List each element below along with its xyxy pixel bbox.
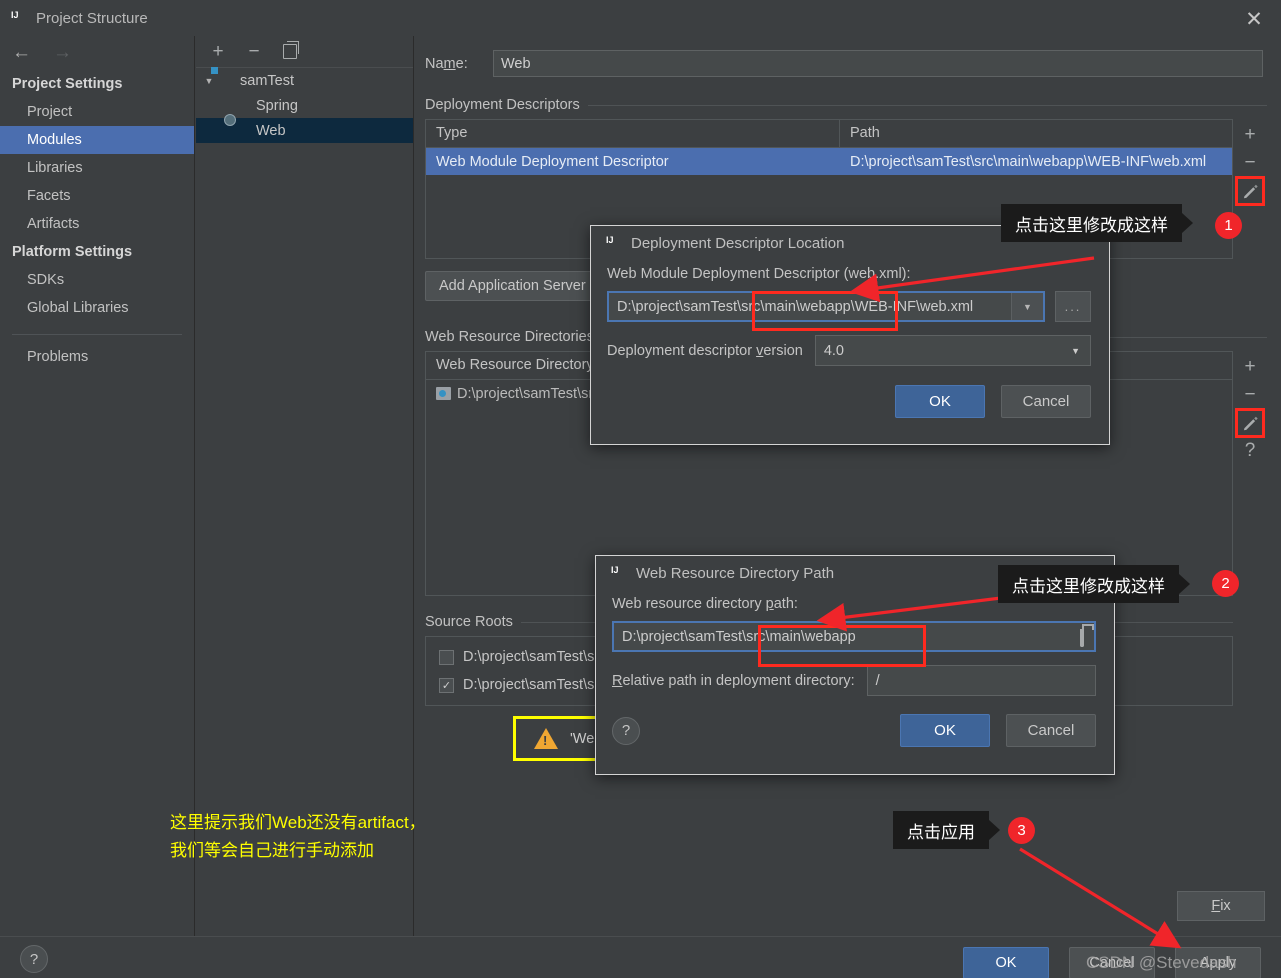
descriptor-version-select[interactable]: 4.0 ▼ [814, 335, 1091, 366]
forward-arrow-icon[interactable]: → [53, 42, 72, 64]
source-root-checkbox[interactable]: ✓ [439, 677, 454, 693]
web-resource-help-icon[interactable]: ? [1236, 437, 1264, 465]
spring-leaf-icon [233, 98, 251, 114]
tree-node-samtest[interactable]: ▼ samTest [196, 68, 413, 93]
cell-type: Web Module Deployment Descriptor [436, 153, 669, 170]
web-resource-directories-toolbar: + − ? [1233, 351, 1267, 596]
web-resource-path-input[interactable]: D:\project\samTest\src\main\webapp [612, 621, 1096, 652]
tree-node-label: Web [256, 122, 286, 139]
sidebar-group-platform-settings: Platform Settings [12, 244, 133, 260]
add-web-resource-button[interactable]: + [1236, 353, 1264, 381]
deployment-descriptor-location-dialog: Deployment Descriptor Location Web Modul… [590, 225, 1110, 445]
watermark: CSDN @Stevedash [1086, 953, 1237, 972]
table-header: Type Path [426, 120, 1232, 148]
table-row[interactable]: Web Module Deployment Descriptor D:\proj… [426, 148, 1232, 175]
intellij-idea-icon [603, 234, 621, 252]
web-resource-cancel-button[interactable]: Cancel [1006, 714, 1096, 747]
name-input[interactable]: Web [493, 50, 1263, 77]
sidebar-item-sdks[interactable]: SDKs [0, 266, 194, 294]
column-header-path: Path [850, 125, 880, 141]
remove-web-resource-button[interactable]: − [1236, 381, 1264, 409]
module-tree-panel: + − ▼ samTest Spring Web [196, 36, 414, 936]
annotation-tip-3: 点击应用 [893, 811, 1000, 849]
close-icon[interactable]: ✕ [1241, 6, 1267, 32]
dialog-title: Web Resource Directory Path [636, 564, 835, 582]
descriptor-ok-button[interactable]: OK [895, 385, 985, 418]
module-folder-icon [217, 73, 235, 89]
annotation-note-line2: 我们等会自己进行手动添加 [170, 841, 374, 860]
add-descriptor-button[interactable]: + [1236, 121, 1264, 149]
remove-descriptor-button[interactable]: − [1236, 149, 1264, 177]
module-tree-toolbar: + − [196, 36, 413, 68]
edit-web-resource-pencil-icon[interactable] [1235, 408, 1265, 438]
relative-path-value: / [875, 672, 880, 689]
back-arrow-icon[interactable]: ← [12, 42, 31, 64]
tree-node-web[interactable]: Web [196, 118, 413, 143]
column-header-type: Type [426, 120, 840, 147]
web-resource-ok-button[interactable]: OK [900, 714, 990, 747]
intellij-idea-icon [608, 564, 626, 582]
sidebar-item-libraries[interactable]: Libraries [0, 154, 194, 182]
help-icon[interactable]: ? [20, 945, 48, 973]
copy-icon[interactable] [280, 41, 300, 62]
cell-path: D:\project\samTest\src\main\webapp\WEB-I… [850, 153, 1207, 170]
web-resource-help-icon[interactable]: ? [612, 716, 640, 745]
add-application-server-button[interactable]: Add Application Server [425, 271, 600, 301]
section-divider [587, 104, 1267, 106]
sidebar-item-global-libraries[interactable]: Global Libraries [0, 294, 194, 322]
tree-node-label: samTest [240, 72, 294, 89]
window-title: Project Structure [36, 9, 148, 27]
annotation-badge-2: 2 [1212, 570, 1239, 597]
sidebar-item-modules[interactable]: Modules [0, 126, 194, 154]
chevron-down-icon: ▼ [1071, 345, 1080, 356]
web-resource-path-value: D:\project\samTest\src\main\webapp [622, 628, 856, 645]
relative-path-input[interactable]: / [866, 665, 1096, 696]
annotation-note-line1: 这里提示我们Web还没有artifact， [170, 813, 426, 832]
facet-settings-panel: Name: Web Deployment Descriptors Type Pa… [415, 36, 1281, 936]
folder-open-icon[interactable] [1080, 628, 1084, 647]
source-root-checkbox[interactable] [439, 649, 454, 665]
descriptor-version-value: 4.0 [823, 342, 845, 359]
sidebar-item-facets[interactable]: Facets [0, 182, 194, 210]
dialog-title: Deployment Descriptor Location [631, 234, 845, 252]
sidebar-item-problems[interactable]: Problems [0, 343, 194, 371]
remove-module-button[interactable]: − [244, 41, 264, 62]
sidebar-nav: ← → [0, 36, 194, 70]
chevron-down-icon[interactable]: ▼ [201, 76, 217, 86]
name-label: Name: [425, 55, 468, 72]
descriptor-cancel-button[interactable]: Cancel [1001, 385, 1091, 418]
descriptor-field-label: Web Module Deployment Descriptor (web.xm… [607, 266, 911, 282]
name-row: Name: Web [415, 36, 1281, 77]
annotation-tip-2: 点击这里修改成这样 [998, 565, 1190, 603]
intellij-idea-icon [8, 9, 26, 27]
annotation-badge-1: 1 [1215, 212, 1242, 239]
sidebar-item-artifacts[interactable]: Artifacts [0, 210, 194, 238]
web-directory-icon [436, 387, 451, 400]
sidebar-group-project-settings: Project Settings [12, 76, 123, 92]
sidebar-item-project[interactable]: Project [0, 98, 194, 126]
settings-sidebar: ← → Project Settings Project Modules Lib… [0, 36, 195, 936]
ok-button[interactable]: OK [963, 947, 1049, 978]
descriptor-version-label: Deployment descriptor version [607, 342, 803, 359]
descriptor-browse-button[interactable]: ... [1055, 291, 1091, 322]
warning-triangle-icon [534, 728, 558, 749]
sidebar-divider [12, 334, 182, 335]
deployment-descriptors-title: Deployment Descriptors [425, 97, 1267, 113]
annotation-tip-1: 点击这里修改成这样 [1001, 204, 1193, 242]
tree-node-label: Spring [256, 97, 298, 114]
fix-button[interactable]: Fix [1177, 891, 1265, 921]
annotation-badge-3: 3 [1008, 817, 1035, 844]
descriptor-path-value: D:\project\samTest\src\main\webapp\WEB-I… [617, 298, 974, 315]
chevron-down-icon[interactable]: ▼ [1011, 293, 1043, 320]
web-facet-icon [233, 123, 251, 139]
deployment-descriptors-toolbar: + − [1233, 119, 1267, 259]
edit-descriptor-pencil-icon[interactable] [1235, 176, 1265, 206]
add-module-button[interactable]: + [208, 41, 228, 62]
window-titlebar: Project Structure ✕ [0, 0, 1281, 36]
relative-path-label: Relative path in deployment directory: [612, 672, 855, 689]
descriptor-path-combobox[interactable]: D:\project\samTest\src\main\webapp\WEB-I… [607, 291, 1045, 322]
